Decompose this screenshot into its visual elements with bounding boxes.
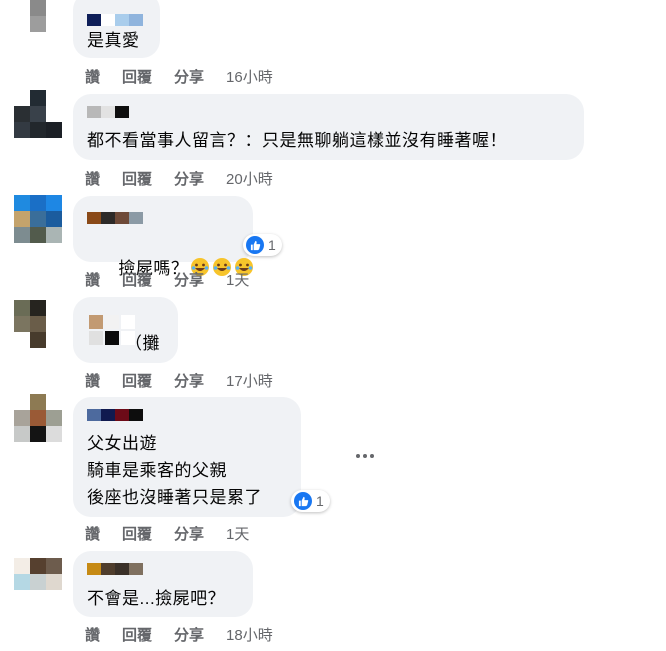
like-button[interactable]: 讚: [85, 370, 100, 391]
comment-bubble: 撿屍嗎？: [73, 196, 254, 278]
comment-timestamp[interactable]: 1天: [226, 269, 249, 290]
reply-button[interactable]: 回覆: [122, 168, 152, 189]
comment-bubble: 不會是...撿屍吧？: [73, 551, 253, 617]
share-button[interactable]: 分享: [174, 624, 204, 645]
reaction-count: 1: [268, 237, 276, 253]
share-button[interactable]: 分享: [174, 269, 204, 290]
reply-button[interactable]: 回覆: [122, 523, 152, 544]
commenter-name[interactable]: [87, 14, 143, 26]
comment-timestamp[interactable]: 18小時: [226, 624, 273, 645]
comment-timestamp[interactable]: 1天: [226, 523, 249, 544]
reaction-count-badge[interactable]: 1: [243, 234, 282, 256]
comment-bubble: 父女出遊 騎車是乘客的父親 後座也沒睡著只是累了: [73, 397, 301, 517]
like-button[interactable]: 讚: [85, 168, 100, 189]
commenter-name[interactable]: [87, 409, 143, 421]
comment-actions: 讚 回覆 分享 17小時: [85, 370, 273, 391]
like-icon: [246, 236, 264, 254]
commenter-name[interactable]: [87, 563, 143, 575]
comment-text: 不會是...撿屍吧？: [87, 589, 226, 608]
comment-actions: 讚 回覆 分享 1天: [85, 523, 249, 544]
comment-timestamp[interactable]: 16小時: [226, 66, 273, 87]
reply-button[interactable]: 回覆: [122, 370, 152, 391]
avatar[interactable]: [14, 0, 62, 32]
commenter-name[interactable]: [87, 106, 129, 118]
comment-bubble: 都不看當事人留言？：只是無聊躺這樣並沒有睡著喔！: [73, 94, 584, 160]
reply-button[interactable]: 回覆: [122, 66, 152, 87]
comment-actions: 讚 回覆 分享 1天: [85, 269, 249, 290]
comment-text: （攤: [125, 334, 160, 353]
like-button[interactable]: 讚: [85, 523, 100, 544]
like-button[interactable]: 讚: [85, 269, 100, 290]
comment-timestamp[interactable]: 17小時: [226, 370, 273, 391]
share-button[interactable]: 分享: [174, 66, 204, 87]
avatar[interactable]: [14, 394, 62, 442]
comment-actions: 讚 回覆 分享 18小時: [85, 624, 273, 645]
like-button[interactable]: 讚: [85, 624, 100, 645]
share-button[interactable]: 分享: [174, 168, 204, 189]
more-options-icon[interactable]: [352, 450, 378, 462]
share-button[interactable]: 分享: [174, 370, 204, 391]
reaction-count: 1: [316, 493, 324, 509]
share-button[interactable]: 分享: [174, 523, 204, 544]
reply-button[interactable]: 回覆: [122, 624, 152, 645]
avatar[interactable]: [14, 300, 62, 348]
like-icon: [294, 492, 312, 510]
comment-actions: 讚 回覆 分享 16小時: [85, 66, 273, 87]
comment-actions: 讚 回覆 分享 20小時: [85, 168, 273, 189]
reply-button[interactable]: 回覆: [122, 269, 152, 290]
comment-text: 父女出遊 騎車是乘客的父親 後座也沒睡著只是累了: [87, 434, 262, 507]
avatar[interactable]: [14, 90, 62, 138]
commenter-name[interactable]: [87, 212, 143, 224]
avatar[interactable]: [14, 195, 62, 243]
comment-bubble: （攤: [73, 297, 178, 363]
comment-text: 是真愛: [87, 31, 140, 50]
comment-timestamp[interactable]: 20小時: [226, 168, 273, 189]
like-button[interactable]: 讚: [85, 66, 100, 87]
comment-bubble: 是真愛: [73, 0, 160, 58]
reaction-count-badge[interactable]: 1: [291, 490, 330, 512]
avatar[interactable]: [14, 558, 62, 606]
comment-text: 都不看當事人留言？：只是無聊躺這樣並沒有睡著喔！: [87, 131, 507, 150]
